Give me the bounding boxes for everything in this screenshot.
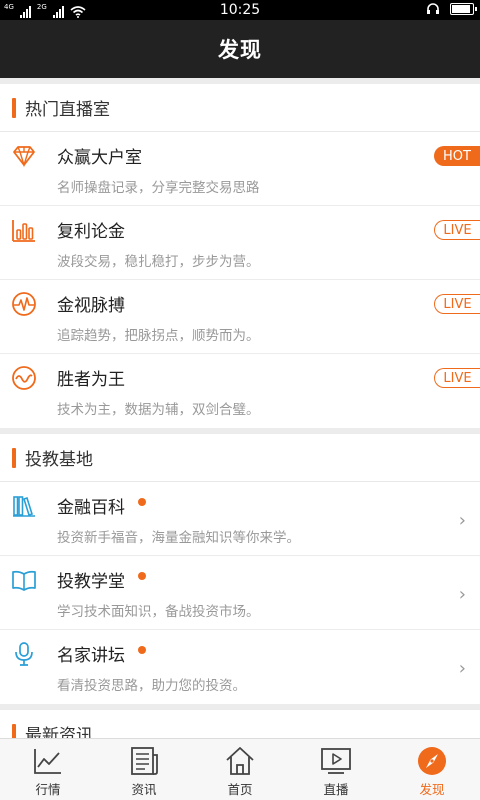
item-desc: 学习技术面知识，备战投资市场。: [57, 604, 260, 620]
section-title: 最新资讯: [25, 726, 93, 738]
item-desc: 看清投资思路，助力您的投资。: [57, 678, 246, 694]
new-dot-indicator: [138, 497, 146, 506]
page-title: 发现: [0, 20, 480, 78]
tab-label: 首页: [227, 782, 253, 797]
pulse-icon: [12, 292, 36, 316]
open-book-icon: [12, 570, 36, 591]
live-room-shengzhe[interactable]: 胜者为王 技术为主，数据为辅，双剑合璧。 LIVE: [0, 354, 480, 428]
tab-news[interactable]: 资讯: [96, 739, 192, 800]
item-desc: 追踪趋势，把脉拐点，顺势而为。: [57, 328, 260, 344]
diamond-icon: [13, 146, 35, 168]
tab-label: 资讯: [131, 782, 157, 797]
section-title: 热门直播室: [25, 100, 110, 120]
section-education: 投教基地 金融百科 投资新手福音，海量金融知识等你来学。 › 投教学堂 学习技术…: [0, 434, 480, 704]
chevron-right-icon: ›: [458, 510, 466, 531]
chevron-right-icon: ›: [458, 584, 466, 605]
item-name: 金融百科: [57, 493, 146, 518]
live-room-zhongying[interactable]: 众赢大户室 名师操盘记录，分享完整交易思路 HOT: [0, 132, 480, 206]
home-icon: [226, 747, 254, 775]
item-desc: 名师操盘记录，分享完整交易思路: [57, 180, 260, 196]
tab-discover[interactable]: 发现: [384, 739, 480, 800]
discover-content[interactable]: 热门直播室 众赢大户室 名师操盘记录，分享完整交易思路 HOT 复利论金 波段交…: [0, 78, 480, 738]
tab-label: 发现: [419, 782, 445, 797]
live-room-fuli[interactable]: 复利论金 波段交易，稳扎稳打，步步为营。 LIVE: [0, 206, 480, 280]
news-icon: [131, 747, 158, 775]
battery-icon: [450, 3, 477, 15]
tab-live[interactable]: 直播: [288, 739, 384, 800]
compass-icon: [418, 747, 446, 775]
edu-expert-forum[interactable]: 名家讲坛 看清投资思路，助力您的投资。 ›: [0, 630, 480, 704]
item-name: 投教学堂: [57, 567, 146, 592]
item-desc: 波段交易，稳扎稳打，步步为营。: [57, 254, 260, 270]
item-name: 胜者为王: [57, 370, 125, 390]
new-dot-indicator: [138, 645, 146, 654]
books-icon: [13, 496, 35, 517]
item-name: 名家讲坛: [57, 641, 146, 666]
section-header: 最新资讯: [0, 710, 480, 738]
new-dot-indicator: [138, 571, 146, 580]
section-header: 热门直播室: [0, 84, 480, 132]
section-latest-news: 最新资讯: [0, 710, 480, 738]
hot-badge: HOT: [434, 146, 480, 166]
tab-market[interactable]: 行情: [0, 739, 96, 800]
bottom-tab-bar: 行情 资讯 首页 直播 发现: [0, 738, 480, 800]
section-accent-bar: [12, 97, 16, 118]
chevron-right-icon: ›: [458, 658, 466, 679]
tab-label: 行情: [35, 782, 61, 797]
section-title: 投教基地: [25, 450, 93, 470]
tab-label: 直播: [323, 782, 349, 797]
edu-classroom[interactable]: 投教学堂 学习技术面知识，备战投资市场。 ›: [0, 556, 480, 630]
live-badge: LIVE: [434, 220, 480, 240]
section-accent-bar: [12, 447, 16, 468]
item-desc: 技术为主，数据为辅，双剑合璧。: [57, 402, 260, 418]
item-name: 众赢大户室: [57, 148, 142, 168]
section-header: 投教基地: [0, 434, 480, 482]
live-badge: LIVE: [434, 294, 480, 314]
tab-home[interactable]: 首页: [192, 739, 288, 800]
play-screen-icon: [321, 748, 351, 774]
bar-chart-icon: [12, 220, 35, 242]
live-room-jinshi[interactable]: 金视脉搏 追踪趋势，把脉拐点，顺势而为。 LIVE: [0, 280, 480, 354]
wave-icon: [12, 366, 36, 390]
headset-icon: [427, 3, 439, 14]
item-desc: 投资新手福音，海量金融知识等你来学。: [57, 530, 300, 546]
status-time: 10:25: [219, 2, 261, 18]
live-badge: LIVE: [434, 368, 480, 388]
microphone-icon: [15, 642, 33, 666]
status-bar: 4G 2G 10:25: [0, 0, 480, 20]
line-chart-icon: [34, 749, 61, 774]
item-name: 复利论金: [57, 222, 125, 242]
item-name: 金视脉搏: [57, 296, 125, 316]
section-accent-bar: [12, 723, 16, 738]
section-live-rooms: 热门直播室 众赢大户室 名师操盘记录，分享完整交易思路 HOT 复利论金 波段交…: [0, 84, 480, 428]
edu-finance-encyclopedia[interactable]: 金融百科 投资新手福音，海量金融知识等你来学。 ›: [0, 482, 480, 556]
